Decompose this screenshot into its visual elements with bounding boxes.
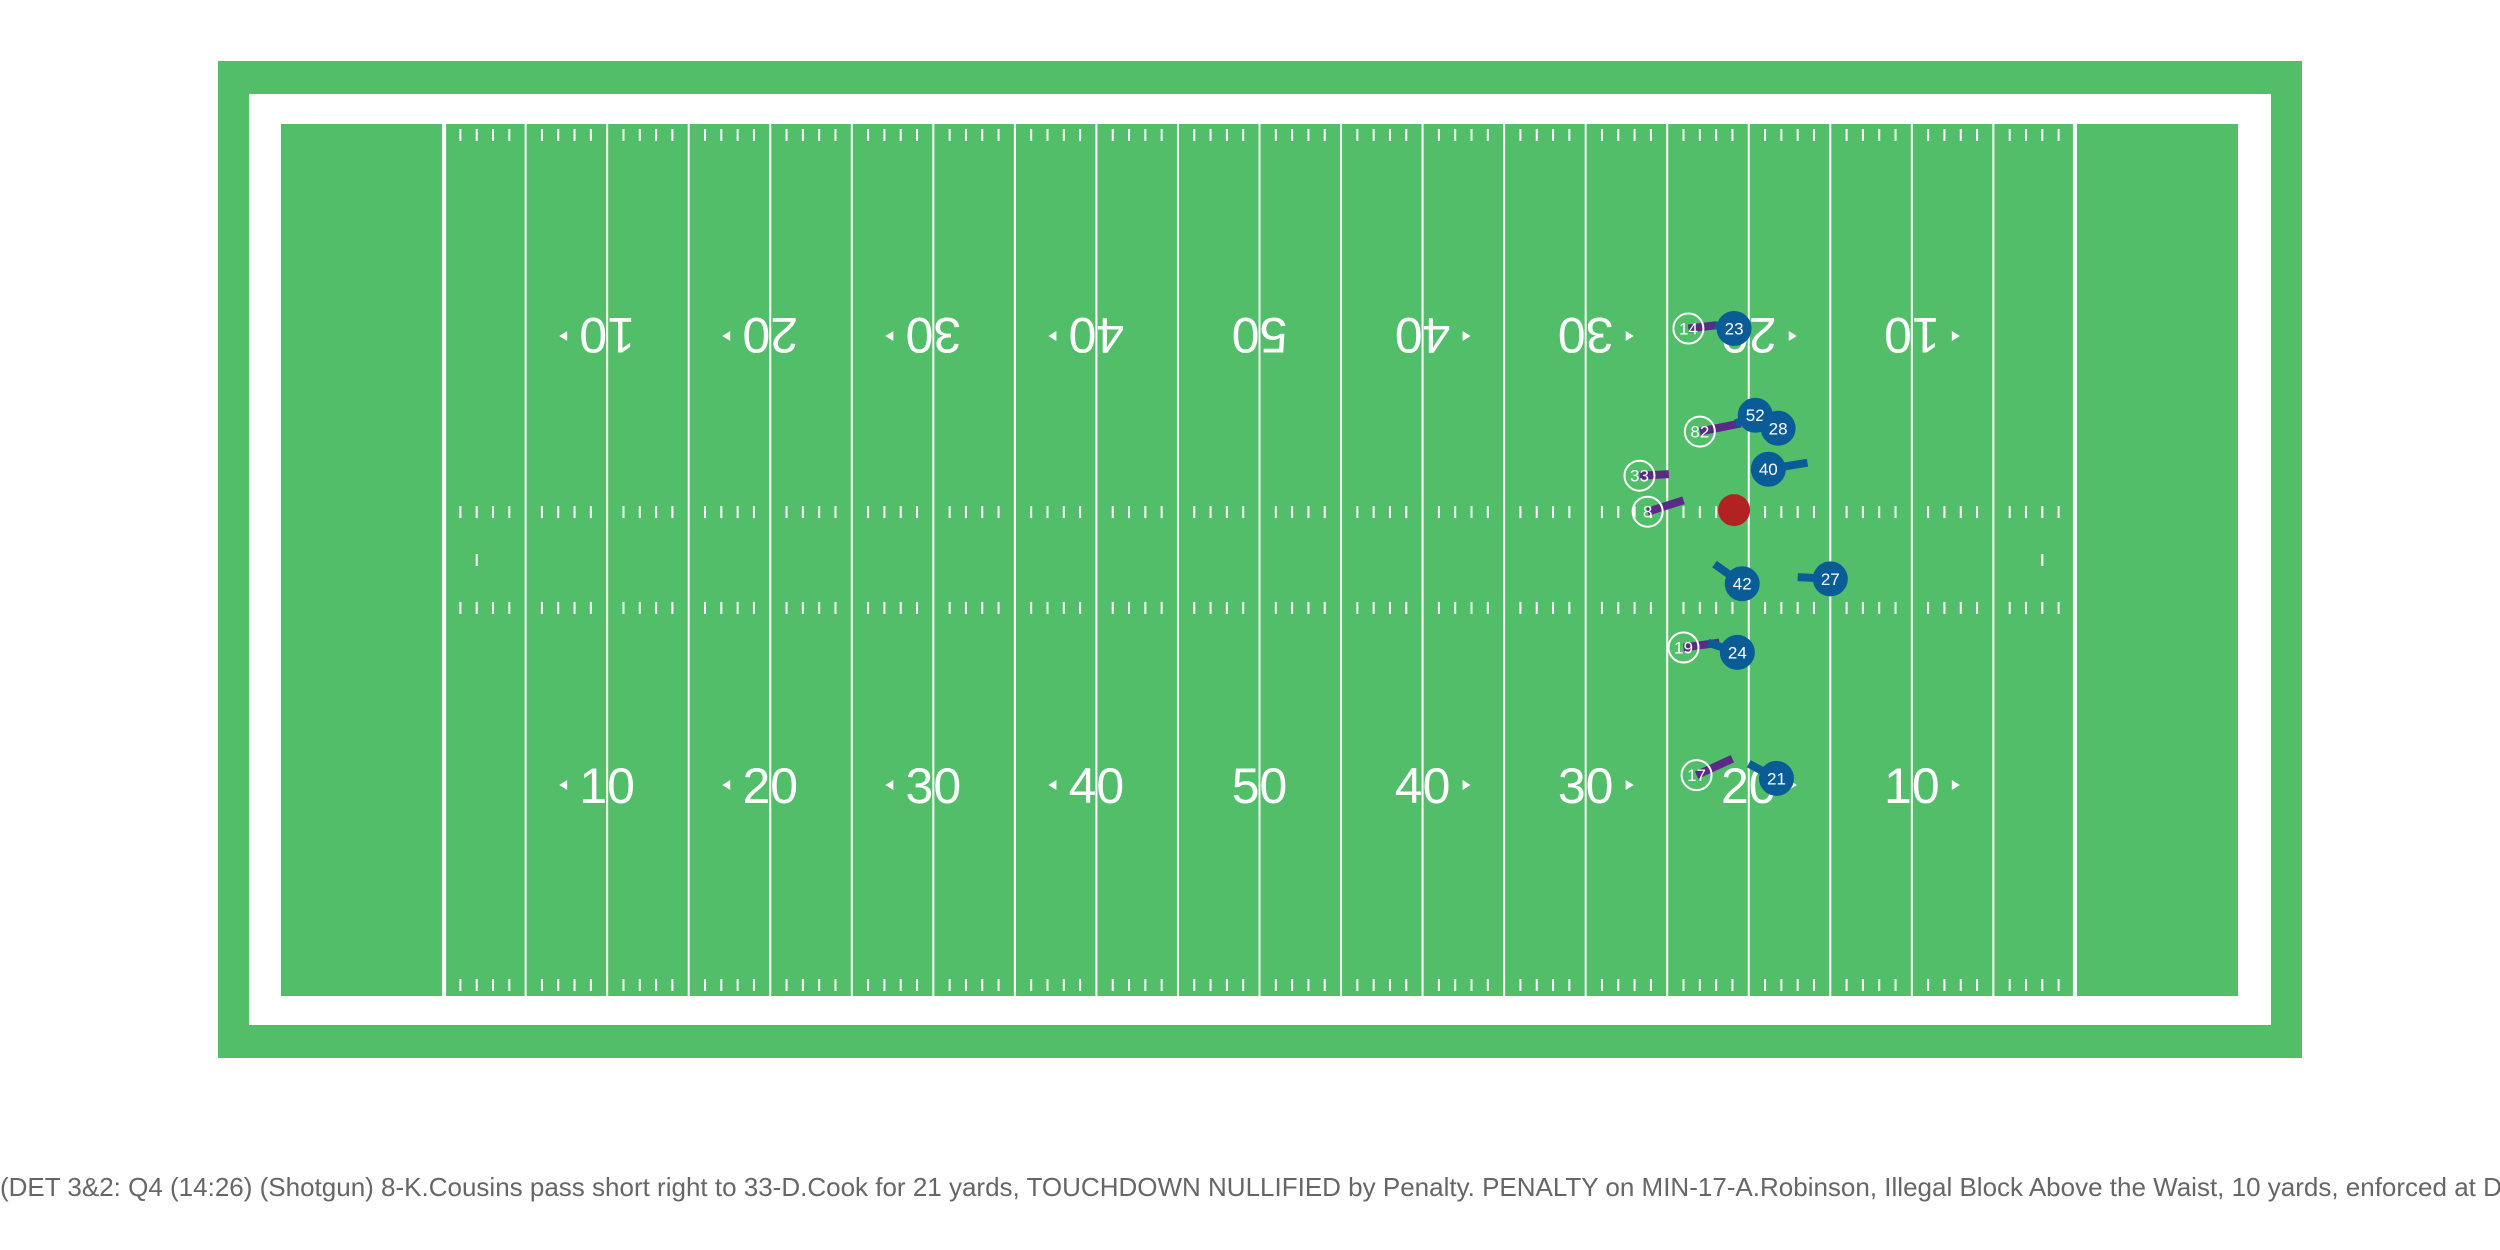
yard-number-bottom: 30	[1558, 758, 1614, 814]
jersey-number: 19	[1674, 639, 1693, 658]
yard-number-bottom: 10	[1884, 758, 1940, 814]
jersey-number: 27	[1821, 570, 1840, 589]
yard-number-top: 40	[1069, 307, 1125, 363]
jersey-number: 24	[1728, 643, 1747, 662]
yard-number-bottom: 50	[1232, 758, 1288, 814]
jersey-number: 8	[1643, 503, 1652, 522]
yard-number-top: 40	[1395, 307, 1451, 363]
defense-player: 28	[1760, 410, 1796, 446]
jersey-number: 21	[1767, 769, 1786, 788]
yard-number-top: 50	[1232, 307, 1288, 363]
field-markings	[442, 124, 2077, 996]
jersey-number: 82	[1690, 423, 1709, 442]
football-layer	[1718, 494, 1751, 527]
yard-number-top: 30	[1558, 307, 1614, 363]
jersey-number: 33	[1630, 467, 1649, 486]
yard-number-top: 10	[579, 307, 635, 363]
defense-player: 27	[1812, 561, 1848, 597]
jersey-number: 42	[1733, 575, 1752, 594]
defense-player: 23	[1716, 311, 1752, 347]
yard-number-top: 30	[906, 307, 962, 363]
defense-player: 42	[1724, 566, 1760, 602]
jersey-number: 14	[1679, 320, 1698, 339]
defense-player: 24	[1719, 634, 1755, 670]
yard-number-bottom: 10	[579, 758, 635, 814]
football-marker	[1718, 494, 1751, 527]
football-field-chart: 101020203030404050504040303020201010 148…	[218, 61, 2302, 1058]
yard-number-bottom: 40	[1069, 758, 1125, 814]
play-description: (DET 3&2: Q4 (14:26) (Shotgun) 8-K.Cousi…	[0, 1172, 2500, 1202]
jersey-number: 23	[1725, 320, 1744, 339]
jersey-number: 40	[1759, 460, 1778, 479]
yard-number-top: 10	[1884, 307, 1940, 363]
jersey-number: 17	[1687, 766, 1706, 785]
yard-number-bottom: 20	[742, 758, 798, 814]
yard-number-bottom: 40	[1395, 758, 1451, 814]
defense-player: 21	[1758, 760, 1794, 796]
yard-number-top: 20	[742, 307, 798, 363]
jersey-number: 28	[1769, 419, 1788, 438]
defense-player: 40	[1750, 451, 1786, 487]
yard-number-bottom: 30	[906, 758, 962, 814]
